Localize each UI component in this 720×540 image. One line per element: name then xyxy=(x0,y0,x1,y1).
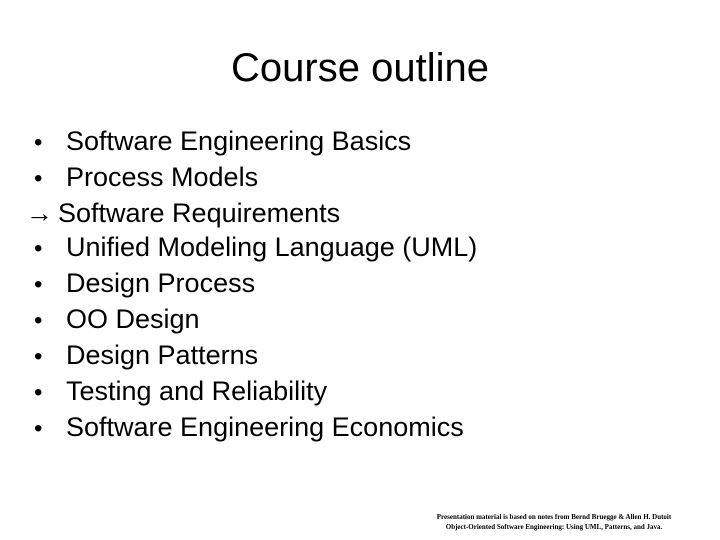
list-item-current: → Software Requirements xyxy=(26,196,696,230)
list-item-label: Design Process xyxy=(66,268,256,298)
list-item-label: OO Design xyxy=(66,304,200,334)
bullet-icon: • xyxy=(34,235,43,262)
bullet-icon: • xyxy=(34,307,43,334)
slide: Course outline • Software Engineering Ba… xyxy=(0,0,720,540)
bullet-icon: • xyxy=(34,343,43,370)
course-outline-list: • Software Engineering Basics • Process … xyxy=(26,124,696,446)
list-item-label: Design Patterns xyxy=(66,340,259,370)
list-item-label: Software Requirements xyxy=(58,198,341,228)
attribution-footer: Presentation material is based on notes … xyxy=(404,512,704,532)
list-item: • Software Engineering Economics xyxy=(26,410,696,446)
list-item: • OO Design xyxy=(26,302,696,338)
bullet-icon: • xyxy=(34,379,43,406)
bullet-icon: • xyxy=(34,129,43,156)
attribution-line-2: Object-Oriented Software Engineering: Us… xyxy=(445,523,663,531)
list-item: • Design Patterns xyxy=(26,338,696,374)
list-item-label: Software Engineering Basics xyxy=(66,126,412,156)
list-item-label: Process Models xyxy=(66,162,259,192)
list-item-label: Software Engineering Economics xyxy=(66,412,464,442)
arrow-right-icon: → xyxy=(26,198,53,228)
page-title: Course outline xyxy=(231,46,489,90)
list-item: • Design Process xyxy=(26,266,696,302)
bullet-icon: • xyxy=(34,415,43,442)
list-item: • Process Models xyxy=(26,160,696,196)
list-item-label: Testing and Reliability xyxy=(66,376,328,406)
bullet-icon: • xyxy=(34,271,43,298)
attribution-line-1: Presentation material is based on notes … xyxy=(436,513,672,521)
list-item: • Unified Modeling Language (UML) xyxy=(26,230,696,266)
list-item-label: Unified Modeling Language (UML) xyxy=(66,232,478,262)
bullet-icon: • xyxy=(34,165,43,192)
list-item: • Testing and Reliability xyxy=(26,374,696,410)
list-item: • Software Engineering Basics xyxy=(26,124,696,160)
